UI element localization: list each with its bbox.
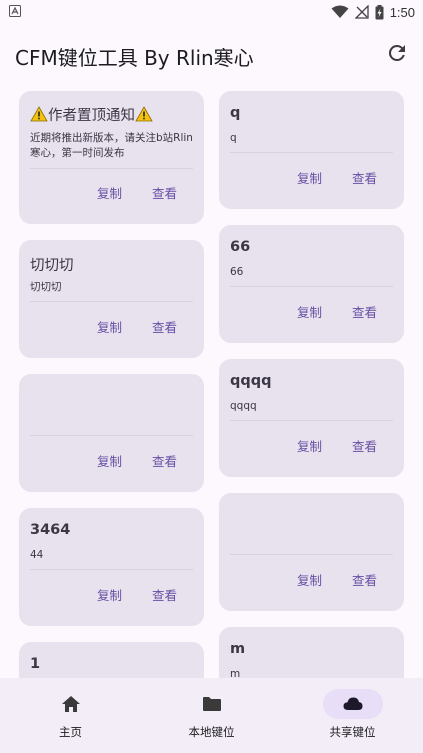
keymap-card[interactable]: m m: [219, 627, 404, 678]
nav-label: 主页: [59, 725, 82, 739]
status-bar: 1:50: [0, 0, 423, 24]
view-button[interactable]: 查看: [352, 302, 377, 321]
card-description: 66: [230, 266, 244, 278]
wifi-icon: [331, 5, 349, 18]
view-button[interactable]: 查看: [152, 183, 177, 202]
bottom-navigation: 主页 本地键位 共享键位: [0, 678, 423, 753]
copy-button[interactable]: 复制: [297, 570, 322, 589]
keymap-card[interactable]: 3464 44 复制 查看: [19, 508, 204, 626]
keymap-card[interactable]: q q 复制 查看: [219, 91, 404, 209]
card-divider: [30, 435, 193, 436]
cloud-icon: [343, 697, 362, 710]
folder-icon: [202, 697, 221, 711]
keymap-card[interactable]: 复制 查看: [19, 374, 204, 492]
card-description: qqqq: [230, 400, 257, 412]
copy-button[interactable]: 复制: [97, 183, 122, 202]
app-notification-icon: [9, 5, 21, 17]
card-divider: [230, 286, 393, 287]
nav-local-keymaps[interactable]: 本地键位: [141, 678, 282, 753]
card-title: 作者置顶通知: [48, 108, 135, 124]
keymap-card[interactable]: 作者置顶通知 近期将推出新版本，请关注b站Rlin寒心，第一时间发布 复制 查看: [19, 91, 204, 224]
warning-icon: [135, 106, 153, 122]
card-title: qqqq: [230, 373, 272, 389]
card-divider: [230, 554, 393, 555]
keymap-card[interactable]: 复制 查看: [219, 493, 404, 611]
nav-label: 共享键位: [329, 725, 376, 739]
card-description: 切切切: [30, 281, 62, 293]
card-title: 切切切: [30, 258, 74, 274]
battery-charging-icon: [375, 4, 384, 19]
app-bar: CFM键位工具 By Rlin寒心: [0, 24, 423, 82]
nav-label: 本地键位: [188, 725, 235, 739]
copy-button[interactable]: 复制: [297, 168, 322, 187]
status-icons: 1:50: [331, 3, 415, 21]
card-description: 近期将推出新版本，请关注b站Rlin寒心，第一时间发布: [30, 132, 193, 159]
view-button[interactable]: 查看: [152, 451, 177, 470]
status-time: 1:50: [389, 4, 415, 20]
copy-button[interactable]: 复制: [97, 317, 122, 336]
copy-button[interactable]: 复制: [97, 451, 122, 470]
copy-button[interactable]: 复制: [297, 436, 322, 455]
card-description: 44: [30, 549, 44, 561]
refresh-icon[interactable]: [385, 41, 409, 65]
view-button[interactable]: 查看: [152, 585, 177, 604]
keymap-card[interactable]: qqqq qqqq 复制 查看: [219, 359, 404, 477]
view-button[interactable]: 查看: [352, 570, 377, 589]
card-title: 3464: [30, 522, 71, 538]
copy-button[interactable]: 复制: [297, 302, 322, 321]
page-title: CFM键位工具 By Rlin寒心: [15, 46, 254, 70]
card-divider: [230, 152, 393, 153]
warning-icon: [30, 106, 48, 122]
card-description: q: [230, 132, 237, 144]
view-button[interactable]: 查看: [152, 317, 177, 336]
card-divider: [230, 420, 393, 421]
card-divider: [30, 569, 193, 570]
signal-off-icon: [354, 5, 369, 19]
card-divider: [30, 168, 193, 169]
keymap-card[interactable]: 切切切 切切切 复制 查看: [19, 240, 204, 358]
card-title: 1: [30, 656, 41, 672]
card-divider: [30, 301, 193, 302]
keymap-card[interactable]: 66 66 复制 查看: [219, 225, 404, 343]
copy-button[interactable]: 复制: [97, 585, 122, 604]
home-icon: [61, 696, 80, 712]
nav-shared-keymaps[interactable]: 共享键位: [282, 678, 423, 753]
shared-keymap-grid: 作者置顶通知 近期将推出新版本，请关注b站Rlin寒心，第一时间发布 复制 查看…: [0, 82, 423, 678]
nav-home[interactable]: 主页: [0, 678, 141, 753]
keymap-card[interactable]: 1: [19, 642, 204, 678]
card-title: q: [230, 105, 241, 121]
card-title: 66: [230, 239, 251, 255]
card-title: m: [230, 641, 246, 657]
view-button[interactable]: 查看: [352, 436, 377, 455]
view-button[interactable]: 查看: [352, 168, 377, 187]
card-description: m: [230, 668, 241, 678]
